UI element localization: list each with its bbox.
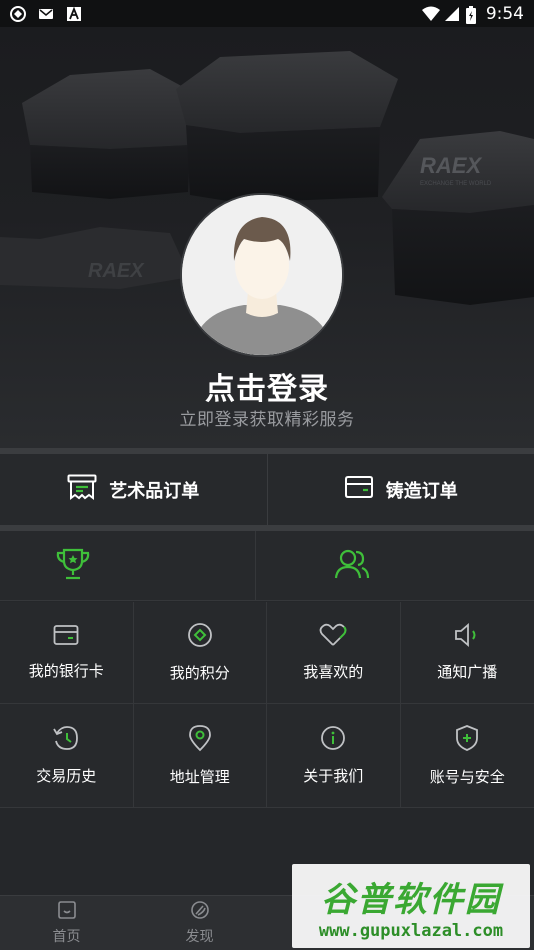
nav-discover-label: 发现 xyxy=(185,929,214,945)
app-icon xyxy=(10,5,26,22)
casting-orders-button[interactable]: 铸造订单 xyxy=(266,454,534,525)
watermark-url: www.gupuxlazal.com xyxy=(318,920,504,941)
status-time: 9:54 xyxy=(485,3,524,24)
site-watermark: 谷普软件园 www.gupuxlazal.com xyxy=(292,864,530,948)
grid-item-favorites[interactable]: 我喜欢的 xyxy=(267,602,401,704)
default-user-icon xyxy=(182,195,342,355)
home-icon xyxy=(56,900,78,924)
raex-logo-left: RAEX xyxy=(88,260,145,282)
grid-item-bank-card[interactable]: 我的银行卡 xyxy=(0,602,134,704)
grid-item-label: 我的银行卡 xyxy=(28,662,104,680)
grid-item-label: 关于我们 xyxy=(303,767,364,785)
battery-icon xyxy=(465,5,476,24)
heart-icon xyxy=(319,623,347,651)
nav-discover[interactable]: 发现 xyxy=(133,896,266,950)
wallet-icon xyxy=(344,475,374,504)
login-title[interactable]: 点击登录 xyxy=(0,364,534,408)
wifi-icon xyxy=(421,6,440,22)
grid-item-address[interactable]: 地址管理 xyxy=(133,704,267,808)
mail-icon xyxy=(38,6,54,22)
bank-card-icon xyxy=(53,624,79,650)
shield-icon xyxy=(454,724,480,756)
grid-item-label: 交易历史 xyxy=(36,767,97,785)
raex-logo-right: RAEX xyxy=(420,153,482,178)
status-bar: 9:54 xyxy=(0,0,534,27)
users-icon xyxy=(334,548,370,584)
grid-item-label: 通知广播 xyxy=(437,663,498,681)
art-order-icon xyxy=(67,474,97,505)
nav-home-label: 首页 xyxy=(52,929,81,945)
points-icon xyxy=(187,622,213,652)
friends-cell[interactable] xyxy=(254,531,534,600)
watermark-title: 谷普软件园 xyxy=(321,879,501,920)
casting-orders-label: 铸造订单 xyxy=(385,480,458,502)
profile-header: RAEX EXCHANGE THE WORLD RAEX 点击登录 立即登录获取… xyxy=(0,27,534,448)
location-icon xyxy=(188,724,212,756)
grid-item-points[interactable]: 我的积分 xyxy=(133,602,267,704)
grid-item-account-security[interactable]: 账号与安全 xyxy=(400,704,534,808)
achievements-cell[interactable] xyxy=(0,531,255,600)
history-icon xyxy=(52,725,80,755)
grid-item-notifications[interactable]: 通知广播 xyxy=(400,602,534,704)
orders-row: 艺术品订单 铸造订单 xyxy=(0,454,534,525)
speaker-icon xyxy=(453,623,481,651)
info-icon xyxy=(320,725,346,755)
grid-item-trade-history[interactable]: 交易历史 xyxy=(0,704,134,808)
grid-item-label: 账号与安全 xyxy=(429,768,505,786)
grid-item-label: 我的积分 xyxy=(169,664,230,682)
avatar[interactable] xyxy=(180,193,344,357)
feature-grid: 我的银行卡 我的积分 我喜欢的 通知广播 交易历史 地址管理 关于我们 账号与安… xyxy=(0,602,534,808)
trophy-icon xyxy=(54,547,92,585)
grid-item-label: 我喜欢的 xyxy=(303,663,364,681)
art-orders-label: 艺术品订单 xyxy=(109,480,200,502)
grid-item-label: 地址管理 xyxy=(169,768,230,786)
grid-item-about[interactable]: 关于我们 xyxy=(267,704,401,808)
signal-icon xyxy=(444,6,460,22)
nav-home[interactable]: 首页 xyxy=(0,896,133,950)
art-orders-button[interactable]: 艺术品订单 xyxy=(0,454,267,525)
raex-tagline-right: EXCHANGE THE WORLD xyxy=(420,181,492,187)
discover-icon xyxy=(189,900,211,924)
badges-row xyxy=(0,531,534,601)
login-subtitle: 立即登录获取精彩服务 xyxy=(179,410,355,430)
a-icon xyxy=(66,6,82,22)
